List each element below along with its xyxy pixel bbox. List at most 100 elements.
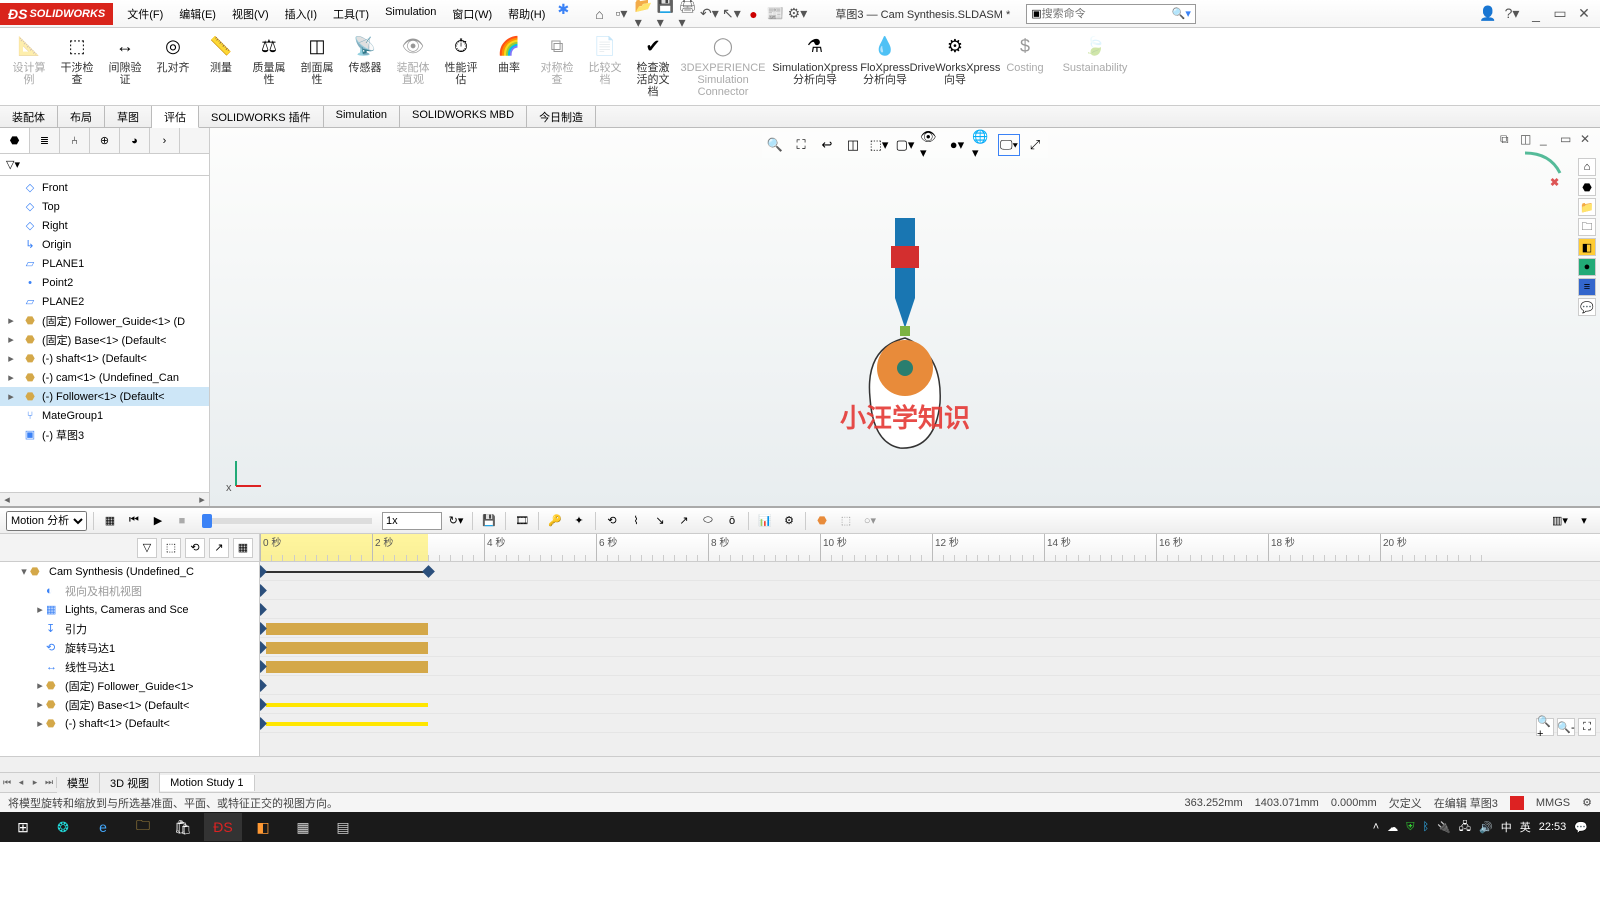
print-icon[interactable]: 🖨▾ [679,6,695,22]
tb-app6[interactable]: ◧ [244,813,282,841]
mass-icon[interactable]: ⬣ [812,511,832,531]
motion-type-select[interactable]: Motion 分析 [6,511,87,531]
mt-btn2[interactable]: ⬚ [161,538,181,558]
close-panel-icon[interactable]: ▾ [1574,511,1594,531]
ribbon-干涉检查[interactable]: ⬚干涉检查 [54,30,100,88]
user-icon[interactable]: 👤 [1480,6,1496,22]
tree-Top[interactable]: ◇Top [0,197,209,216]
command-search[interactable]: ▣ 🔍▾ [1026,4,1196,24]
anim-wizard-icon[interactable]: 🎞 [512,511,532,531]
tree-PLANE2[interactable]: ▱PLANE2 [0,292,209,311]
tb-folder[interactable]: 🗀 [124,813,162,841]
ribbon-检查激活的文档[interactable]: ✔检查激活的文档 [630,30,676,100]
tree-PLANE1[interactable]: ▱PLANE1 [0,254,209,273]
tray-power-icon[interactable]: 🔌 [1437,821,1451,834]
motion-tree[interactable]: ▽ ⬚ ⟲ ↗ ▦ ▾⬣Cam Synthesis (Undefined_C◐视… [0,534,260,756]
tp-props-icon[interactable]: ≡ [1578,278,1596,296]
status-flag-icon[interactable] [1510,796,1524,810]
tray-shield-icon[interactable]: ⛨ [1406,821,1414,834]
tp-appearance-icon[interactable]: ● [1578,258,1596,276]
vp-close-icon[interactable]: ✕ [1580,132,1594,146]
motree-(固定) Base<[interactable]: ▸⬣(固定) Base<1> (Default< [0,695,259,714]
addkey-icon[interactable]: ✦ [569,511,589,531]
menu-view[interactable]: 视图(V) [226,2,275,26]
contact-icon[interactable]: ⬭ [698,511,718,531]
restore-icon[interactable]: ▭ [1552,6,1568,22]
gravity-icon[interactable]: ō [722,511,742,531]
tree-Right[interactable]: ◇Right [0,216,209,235]
mt-btn3[interactable]: ⟲ [185,538,205,558]
scene-icon[interactable]: 🌐▾ [972,134,994,156]
fm-tab-display[interactable]: ◕ [120,128,150,153]
tp-explorer-icon[interactable]: 🗀 [1578,218,1596,236]
loop-icon[interactable]: ↻▾ [446,511,466,531]
ribbon-间隙验证[interactable]: ↔间隙验证 [102,30,148,88]
settings-icon[interactable]: ⚙▾ [789,6,805,22]
fm-tab-dim[interactable]: ⊕ [90,128,120,153]
menu-window[interactable]: 窗口(W) [446,2,498,26]
timeline-row[interactable] [260,657,1600,676]
hide-show-icon[interactable]: 👁▾ [920,134,942,156]
tree-(固定) Base<1>[interactable]: ▸⬣(固定) Base<1> (Default< [0,330,209,349]
render-icon[interactable]: 🖵▾ [998,134,1020,156]
tab-3dview[interactable]: 3D 视图 [100,773,160,793]
rebuild-icon[interactable]: ● [745,6,761,22]
timeline[interactable]: 0 秒2 秒4 秒6 秒8 秒10 秒12 秒14 秒16 秒18 秒20 秒 … [260,534,1600,756]
sim-setup-icon[interactable]: ⬚ [836,511,856,531]
tree-(固定) Followe[interactable]: ▸⬣(固定) Follower_Guide<1> (D [0,311,209,330]
timeline-hscroll[interactable] [0,756,1600,772]
tab-model[interactable]: 模型 [57,773,100,793]
timeline-row[interactable] [260,676,1600,695]
undo-icon[interactable]: ↶▾ [701,6,717,22]
ribbon-孔对齐[interactable]: ◎孔对齐 [150,30,196,76]
ribbon-DriveWorksXpress向导[interactable]: ⚙DriveWorksXpress 向导 [910,30,1000,88]
timeline-row[interactable] [260,581,1600,600]
playback-speed[interactable] [382,512,442,530]
motree-Lights, Ca[interactable]: ▸▦Lights, Cameras and Sce [0,600,259,619]
help-icon[interactable]: ?▾ [1504,6,1520,22]
zoom-fit-tl-icon[interactable]: ⛶ [1578,718,1596,736]
motree-视向及相机视图[interactable]: ◐视向及相机视图 [0,581,259,600]
close-icon[interactable]: ✕ [1576,6,1592,22]
fm-tab-props[interactable]: ≣ [30,128,60,153]
tray-ime[interactable]: 中 [1501,819,1512,835]
normal-to-icon[interactable]: ⤢ [1024,134,1046,156]
cmdtab-装配体[interactable]: 装配体 [0,106,58,127]
tp-resources-icon[interactable]: ⬣ [1578,178,1596,196]
motree-(固定) Follo[interactable]: ▸⬣(固定) Follower_Guide<1> [0,676,259,695]
motor-icon[interactable]: ⟲ [602,511,622,531]
tb-edge[interactable]: e [84,813,122,841]
view-orient-icon[interactable]: ⬚▾ [868,134,890,156]
timeline-row[interactable] [260,714,1600,733]
motree-旋转马达1[interactable]: ⟲旋转马达1 [0,638,259,657]
autokey-icon[interactable]: 🔑 [545,511,565,531]
cmdtab-Simulation[interactable]: Simulation [324,106,400,127]
select-icon[interactable]: ↖▾ [723,6,739,22]
tray-up-icon[interactable]: ˄ [1373,821,1379,833]
tab-motion-study[interactable]: Motion Study 1 [160,775,254,791]
vp-popout-icon[interactable]: ⧉ [1500,132,1514,146]
tree-(-) Follower[interactable]: ▸⬣(-) Follower<1> (Default< [0,387,209,406]
cmdtab-今日制造[interactable]: 今日制造 [527,106,596,127]
tab-next[interactable]: ▸ [28,777,42,788]
status-units[interactable]: MMGS [1536,797,1570,809]
ribbon-剖面属性[interactable]: ◫剖面属性 [294,30,340,88]
tree-Front[interactable]: ◇Front [0,178,209,197]
ribbon-质量属性[interactable]: ⚖质量属性 [246,30,292,88]
minimize-icon[interactable]: _ [1528,6,1544,22]
vp-split-icon[interactable]: ◫ [1520,132,1534,146]
filter-motion-icon[interactable]: ▽ [137,538,157,558]
study-props-icon[interactable]: ⚙ [779,511,799,531]
save-anim-icon[interactable]: 💾 [479,511,499,531]
zoom-area-icon[interactable]: ⛶ [790,134,812,156]
tab-last[interactable]: ⏭ [42,777,56,788]
cmdtab-布局[interactable]: 布局 [58,106,105,127]
tab-first[interactable]: ⏮ [0,777,14,788]
tb-app7[interactable]: ▦ [284,813,322,841]
tb-sw[interactable]: ÐS [204,813,242,841]
search-icon[interactable]: 🔍▾ [1172,7,1191,20]
save-icon[interactable]: 💾▾ [657,6,673,22]
ribbon-SimulationXpress分析向导[interactable]: ⚗SimulationXpress 分析向导 [770,30,860,88]
tp-view-icon[interactable]: ◧ [1578,238,1596,256]
tray-notif-icon[interactable]: 💬 [1574,821,1588,834]
